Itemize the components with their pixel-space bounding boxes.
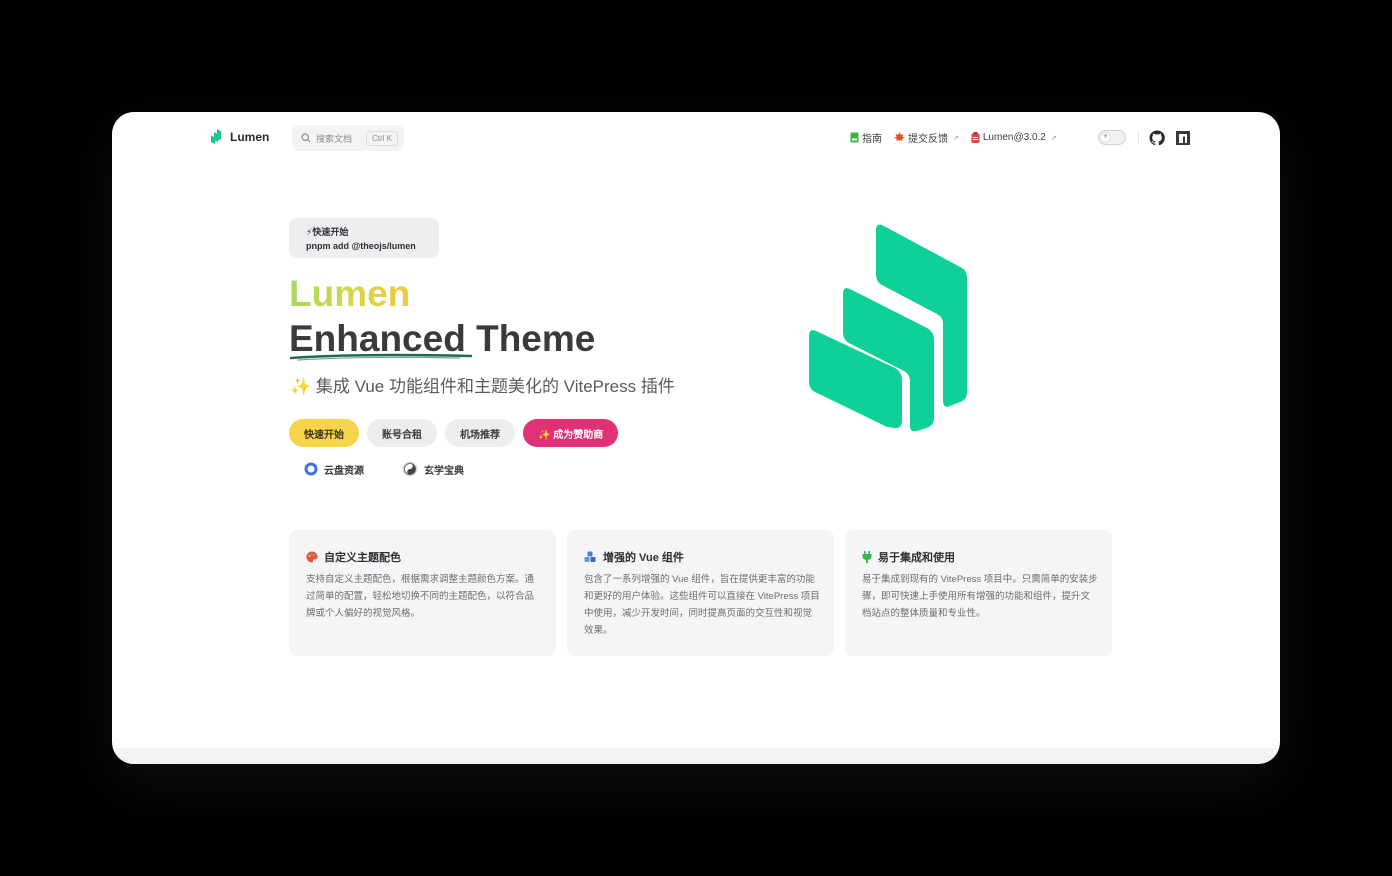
nav-link-version[interactable]: Lumen@3.0.2 ↗ xyxy=(971,132,1057,143)
feature-title: 易于集成和使用 xyxy=(862,549,955,565)
palette-icon xyxy=(306,551,318,563)
sub-link-label: 云盘资源 xyxy=(324,465,364,477)
search-icon xyxy=(301,133,311,143)
account-share-button[interactable]: 账号合租 xyxy=(367,419,437,447)
yin-yang-icon xyxy=(402,461,418,477)
hero-actions: 快速开始 账号合租 机场推荐 ✨ 成为赞助商 xyxy=(289,419,619,447)
feature-title: 自定义主题配色 xyxy=(306,549,401,565)
maple-leaf-icon xyxy=(894,132,905,143)
npm-icon[interactable] xyxy=(1175,130,1191,146)
nav-link-label: 指南 xyxy=(862,134,882,145)
brand-name: Lumen xyxy=(230,129,270,144)
external-link-icon: ↗ xyxy=(953,134,959,142)
lumen-hero-logo-icon xyxy=(809,224,967,432)
sun-icon: ☀ xyxy=(1101,133,1110,142)
hero-tagline: ✨ 集成 Vue 功能组件和主题美化的 VitePress 插件 xyxy=(290,377,675,396)
nav-link-label: 提交反馈 xyxy=(908,134,948,145)
airport-recommend-button[interactable]: 机场推荐 xyxy=(445,419,515,447)
lumen-logo-icon xyxy=(211,129,221,144)
search-button[interactable]: 搜索文档 Ctrl K xyxy=(292,125,404,151)
feature-card[interactable]: 自定义主题配色 支持自定义主题配色，根据需求调整主题颜色方案。通过简单的配置，轻… xyxy=(289,530,556,656)
sub-link-label: 玄学宝典 xyxy=(424,465,464,477)
sponsor-button[interactable]: ✨ 成为赞助商 xyxy=(523,419,619,447)
ring-icon xyxy=(304,462,318,476)
nav-link-label: Lumen@3.0.2 xyxy=(982,132,1046,143)
search-placeholder: 搜索文档 xyxy=(316,133,353,144)
github-icon[interactable] xyxy=(1149,130,1165,146)
clipboard-icon xyxy=(971,132,980,143)
nav-link-guide[interactable]: 指南 xyxy=(850,130,882,145)
quick-install-title: ⚡快速开始 xyxy=(306,227,349,237)
top-nav: Lumen 搜索文档 Ctrl K 指南 提交反馈 ↗ Lumen@3.0.2 … xyxy=(112,112,1280,164)
feature-desc: 易于集成到现有的 VitePress 项目中。只需简单的安装步骤，即可快速上手使… xyxy=(862,574,1098,619)
plug-icon xyxy=(862,551,872,563)
appearance-toggle[interactable]: ☀ xyxy=(1098,130,1126,145)
cubes-icon xyxy=(584,551,596,562)
feature-desc: 支持自定义主题配色，根据需求调整主题颜色方案。通过简单的配置，轻松地切换不同的主… xyxy=(306,574,535,619)
nav-divider xyxy=(1138,132,1139,144)
quick-install-box[interactable]: ⚡快速开始 pnpm add @theojs/lumen xyxy=(289,218,439,258)
get-started-button[interactable]: 快速开始 xyxy=(289,419,359,447)
hero-name: Lumen xyxy=(289,273,411,314)
feature-title-text: 自定义主题配色 xyxy=(324,552,401,564)
feature-card[interactable]: 增强的 Vue 组件 包含了一系列增强的 Vue 组件，旨在提供更丰富的功能和更… xyxy=(567,530,834,656)
feature-title-text: 易于集成和使用 xyxy=(878,552,955,564)
nav-links: 指南 提交反馈 ↗ Lumen@3.0.2 ↗ xyxy=(850,130,1057,145)
external-link-icon: ↗ xyxy=(1050,134,1057,142)
search-shortcut: Ctrl K xyxy=(366,131,398,146)
browser-window: Lumen 搜索文档 Ctrl K 指南 提交反馈 ↗ Lumen@3.0.2 … xyxy=(112,112,1280,764)
feature-title: 增强的 Vue 组件 xyxy=(584,549,684,565)
feature-desc: 包含了一系列增强的 Vue 组件，旨在提供更丰富的功能和更好的用户体验。这些组件… xyxy=(584,574,820,636)
hero-sub-links: 云盘资源 玄学宝典 xyxy=(304,461,464,477)
hero-underline-decoration xyxy=(290,353,472,361)
quick-install-command: pnpm add @theojs/lumen xyxy=(306,241,416,251)
cloud-resources-link[interactable]: 云盘资源 xyxy=(304,461,364,477)
metaphysics-link[interactable]: 玄学宝典 xyxy=(402,461,464,477)
book-icon xyxy=(850,132,859,143)
feature-title-text: 增强的 Vue 组件 xyxy=(603,552,684,564)
nav-link-feedback[interactable]: 提交反馈 ↗ xyxy=(894,130,959,145)
brand-link[interactable]: Lumen xyxy=(210,129,269,144)
feature-card[interactable]: 易于集成和使用 易于集成到现有的 VitePress 项目中。只需简单的安装步骤… xyxy=(845,530,1112,656)
